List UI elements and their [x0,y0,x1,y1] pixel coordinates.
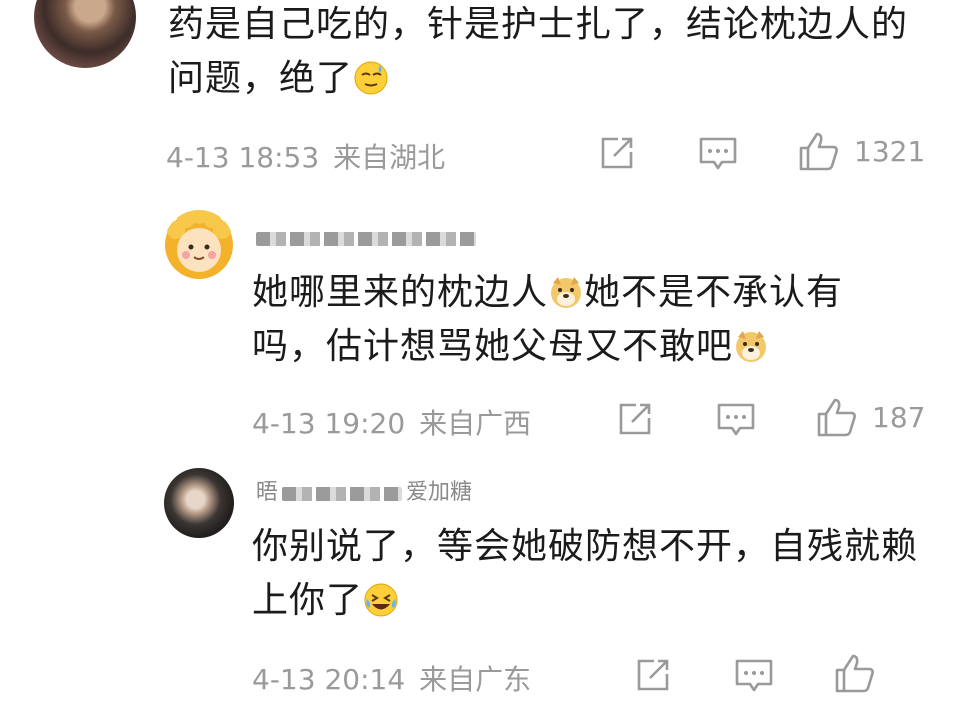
comment-text: 她哪里来的枕边人 她不是不承认有吗，估计想骂她父母又不敢吧 [252,271,844,367]
comment-location: 来自湖北 [333,141,446,174]
comment-text: 你别说了，等会她破防想不开，自残就赖上你了 [252,526,919,621]
comment-date: 4-13 20:14 [252,663,406,696]
like-count: 187 [872,400,926,434]
comment-meta: 4-13 20:14 来自广东 [252,658,531,698]
lion-avatar-icon [165,210,233,279]
doge-icon [734,325,768,362]
share-button[interactable] [598,134,636,172]
username[interactable]: 晤 爱加糖 [256,474,472,506]
thumbs-up-icon [835,654,874,693]
username-mask [282,487,403,501]
share-icon [637,659,669,691]
comment-icon [735,659,773,692]
username-start: 晤 [256,480,279,505]
comment-date: 4-13 18:53 [166,141,320,174]
comment-meta: 4-13 19:20 来自广西 [252,402,531,442]
comment-button[interactable] [698,136,738,172]
avatar[interactable] [164,210,234,280]
share-icon [601,137,633,169]
like-button[interactable] [834,652,876,694]
like-count: 1321 [854,134,926,168]
comment-text: 药是自己吃的，针是护士扎了，结论枕边人的问题，绝了 [168,4,909,99]
thumbs-up-icon [799,132,838,171]
share-button[interactable] [616,400,654,438]
laugh-cry-icon [364,579,398,617]
sweat-smile-icon [354,57,388,95]
avatar[interactable] [34,0,136,68]
comment-date: 4-13 19:20 [252,407,406,440]
share-button[interactable] [634,656,672,694]
doge-icon [549,271,583,308]
comment-location: 来自广东 [419,663,532,696]
comment-location: 来自广西 [419,407,532,440]
avatar[interactable] [164,468,234,538]
like-button[interactable]: 187 [816,396,925,438]
comment-button[interactable] [734,658,774,694]
share-icon [619,403,651,435]
comment-icon [717,403,755,436]
username[interactable] [256,232,476,246]
comment-icon [699,137,737,170]
comment-meta: 4-13 18:53 来自湖北 [166,136,445,176]
thumbs-up-icon [817,398,856,437]
comment-button[interactable] [716,402,756,438]
username-tail: 爱加糖 [406,480,473,505]
like-button[interactable]: 1321 [798,130,925,172]
